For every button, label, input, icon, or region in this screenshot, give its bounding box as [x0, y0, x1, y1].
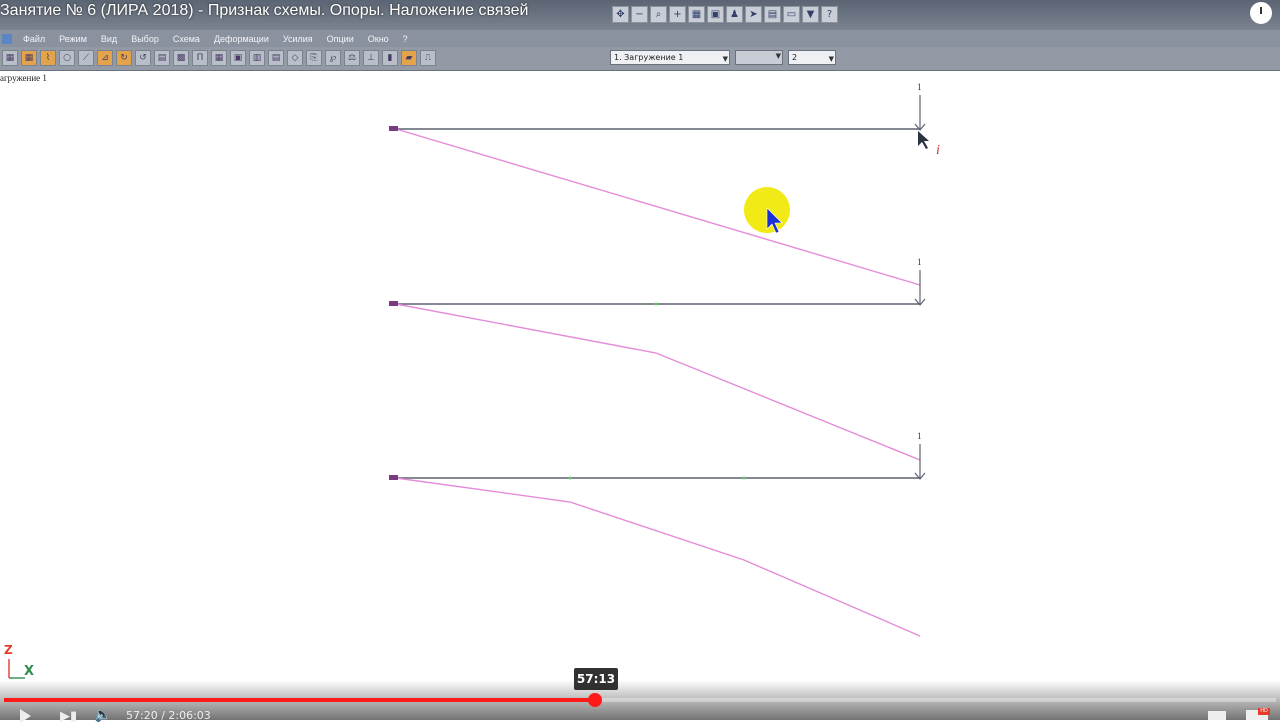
- node-marker: [654, 302, 658, 306]
- hover-time-tooltip: 57:13: [574, 668, 618, 690]
- deformed-shape-3: [395, 477, 921, 637]
- support-icon: [389, 475, 398, 480]
- deformed-shape-1: [395, 128, 921, 286]
- volume-icon[interactable]: 🔈: [94, 707, 111, 723]
- axis-z-label: Z: [4, 643, 13, 657]
- model-canvas[interactable]: 1 1 1 i: [0, 0, 1280, 720]
- scrubber-handle[interactable]: [587, 693, 602, 707]
- progress-bar[interactable]: [4, 693, 1276, 707]
- progress-fill: [4, 698, 595, 702]
- load-value-2: 1: [917, 257, 922, 267]
- settings-icon[interactable]: [1208, 711, 1226, 720]
- axis-x-label: X: [24, 664, 35, 679]
- time-display: 57:20 / 2:06:03: [126, 709, 211, 722]
- support-icon: [389, 126, 398, 131]
- next-icon[interactable]: ▶▮: [60, 709, 77, 724]
- deformed-shape-2: [395, 303, 921, 461]
- support-icon: [389, 301, 398, 306]
- axes-indicator: Z X: [3, 643, 43, 685]
- play-icon[interactable]: [20, 709, 31, 723]
- pointer-cursor-icon: [766, 207, 783, 234]
- info-cursor-label: i: [936, 143, 940, 158]
- load-value-3: 1: [917, 431, 922, 441]
- load-value-1: 1: [917, 82, 922, 92]
- node-marker: [742, 476, 746, 480]
- node-marker: [568, 476, 572, 480]
- mouse-cursor-icon: [918, 131, 929, 149]
- hd-badge: HD: [1258, 708, 1270, 715]
